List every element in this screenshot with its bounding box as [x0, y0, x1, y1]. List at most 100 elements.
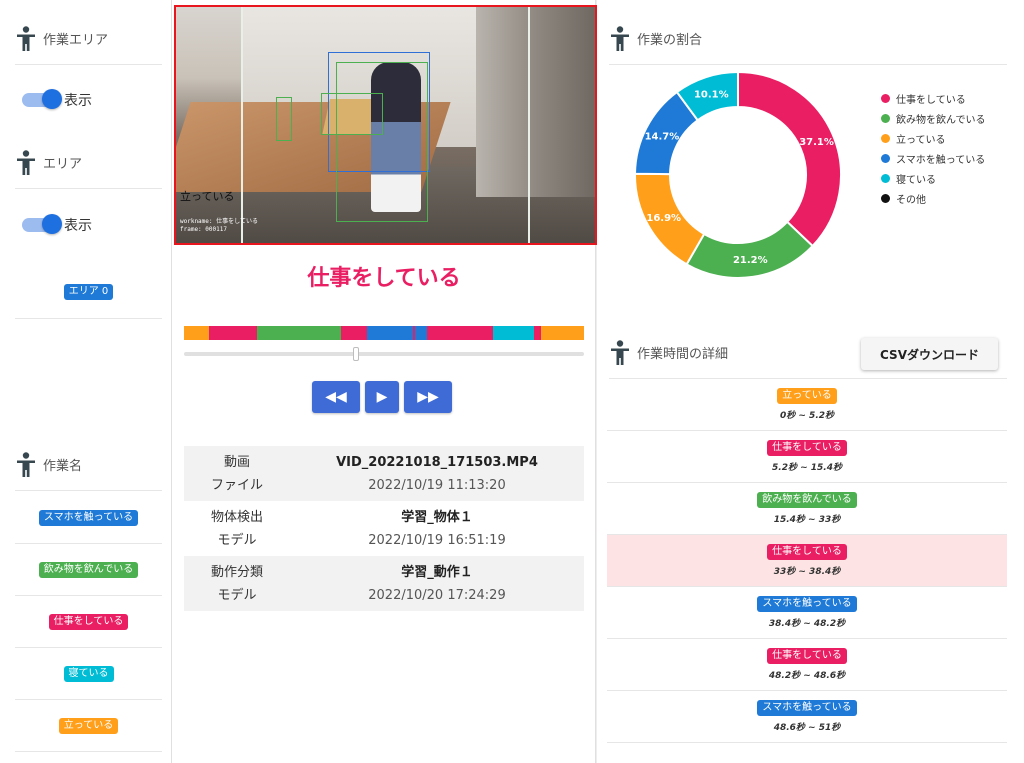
- area-title: エリア: [43, 157, 83, 172]
- seek-thumb[interactable]: [353, 347, 359, 361]
- file-info-key: 動作分類 モデル: [184, 561, 290, 607]
- legend-dot: [881, 133, 890, 143]
- detail-row[interactable]: 立っている 0秒 ~ 5.2秒: [607, 379, 1007, 431]
- file-info-title: 学習_動作１: [401, 564, 473, 580]
- file-info-value: 学習_物体１ 2022/10/19 16:51:19: [290, 506, 584, 552]
- legend-item[interactable]: 仕事をしている: [881, 88, 986, 108]
- details-title: 作業時間の詳細: [637, 347, 729, 362]
- toggle-knob: [42, 89, 62, 109]
- task-chip[interactable]: 飲み物を飲んでいる: [38, 561, 139, 578]
- legend-label: 飲み物を飲んでいる: [896, 114, 986, 126]
- timeline-segment[interactable]: [341, 326, 367, 340]
- rewind-button[interactable]: ◀◀: [312, 381, 360, 413]
- play-icon: ▶: [376, 389, 388, 405]
- legend-item[interactable]: その他: [881, 188, 986, 208]
- detail-row[interactable]: スマホを触っている 48.6秒 ~ 51秒: [607, 691, 1007, 743]
- area-chip[interactable]: エリア 0: [63, 283, 114, 300]
- file-info-key-line: モデル: [217, 587, 257, 603]
- detail-task-chip: 仕事をしている: [767, 544, 847, 560]
- file-info-key: 物体検出 モデル: [184, 506, 290, 552]
- donut-slice[interactable]: [737, 70, 842, 248]
- timeline-segment[interactable]: [541, 326, 584, 340]
- detail-time-range: 0秒 ~ 5.2秒: [779, 411, 834, 421]
- file-info-row: 動作分類 モデル 学習_動作１ 2022/10/20 17:24:29: [184, 556, 584, 611]
- work-time-detail-list: 立っている 0秒 ~ 5.2秒仕事をしている 5.2秒 ~ 15.4秒 飲み物を飲んで…: [607, 379, 1007, 743]
- legend-dot: [881, 193, 890, 203]
- video-player[interactable]: 立っている workname: 仕事をしている frame: 000117: [174, 5, 597, 245]
- playback-controls: ◀◀ ▶ ▶▶: [312, 381, 452, 413]
- bbox-chair: [336, 62, 428, 222]
- toggle-knob: [42, 214, 62, 234]
- work-area-title: 作業エリア: [43, 33, 109, 48]
- timeline-segment[interactable]: [426, 326, 494, 340]
- legend-dot: [881, 113, 890, 123]
- donut-slice[interactable]: [685, 220, 815, 279]
- file-info-value: 学習_動作１ 2022/10/20 17:24:29: [290, 561, 584, 607]
- legend-label: スマホを触っている: [896, 154, 986, 166]
- work-ratio-donut-chart: 37.1% 21.2% 16.9% 14.7% 10.1%: [633, 70, 842, 279]
- task-title: 作業名: [43, 459, 83, 474]
- video-overlay-workname: workname: 仕事をしている: [180, 218, 258, 225]
- task-chip[interactable]: 立っている: [58, 717, 119, 734]
- task-chip[interactable]: スマホを触っている: [38, 509, 139, 526]
- detail-row[interactable]: 仕事をしている 33秒 ~ 38.4秒: [607, 535, 1007, 587]
- work-area-toggle[interactable]: [22, 89, 62, 109]
- detail-row[interactable]: 仕事をしている 5.2秒 ~ 15.4秒: [607, 431, 1007, 483]
- detail-row[interactable]: 飲み物を飲んでいる 15.4秒 ~ 33秒: [607, 483, 1007, 535]
- detail-time-range: 48.2秒 ~ 48.6秒: [768, 671, 846, 681]
- legend-label: 仕事をしている: [896, 94, 966, 106]
- timeline-segment[interactable]: [415, 326, 427, 340]
- file-info-table: 動画 ファイル VID_20221018_171503.MP4 2022/10/19 …: [184, 446, 584, 611]
- seek-slider[interactable]: [184, 347, 584, 361]
- detail-row[interactable]: 仕事をしている 48.2秒 ~ 48.6秒: [607, 639, 1007, 691]
- timeline-segment[interactable]: [366, 326, 414, 340]
- legend-dot: [881, 153, 890, 163]
- timeline-segment[interactable]: [533, 326, 542, 340]
- task-timeline[interactable]: [184, 326, 584, 340]
- legend-dot: [881, 93, 890, 103]
- file-info-key-line: ファイル: [210, 477, 263, 493]
- person-icon: [609, 340, 631, 366]
- bbox-laptop: [321, 93, 383, 135]
- timeline-segment[interactable]: [257, 326, 342, 340]
- task-list-item: 飲み物を飲んでいる: [15, 544, 162, 596]
- legend-item[interactable]: 飲み物を飲んでいる: [881, 108, 986, 128]
- csv-download-button[interactable]: CSVダウンロード: [861, 338, 998, 370]
- current-task-title: 仕事をしている: [307, 266, 461, 291]
- timeline-segment[interactable]: [493, 326, 534, 340]
- file-info-row: 物体検出 モデル 学習_物体１ 2022/10/19 16:51:19: [184, 501, 584, 556]
- center-panel: 立っている workname: 仕事をしている frame: 000117 仕事…: [172, 0, 597, 763]
- detail-row[interactable]: スマホを触っている 38.4秒 ~ 48.2秒: [607, 587, 1007, 639]
- timeline-segment[interactable]: [208, 326, 258, 340]
- file-info-date: 2022/10/19 11:13:20: [368, 477, 506, 493]
- file-info-key-line: モデル: [217, 532, 257, 548]
- donut-slice-label: 14.7%: [645, 131, 680, 142]
- file-info-key-line: 物体検出: [210, 509, 263, 525]
- play-button[interactable]: ▶: [365, 381, 399, 413]
- legend-item[interactable]: 寝ている: [881, 168, 986, 188]
- detail-time-range: 48.6秒 ~ 51秒: [773, 723, 841, 733]
- detail-task-chip: スマホを触っている: [757, 596, 857, 612]
- legend-item[interactable]: スマホを触っている: [881, 148, 986, 168]
- rewind-icon: ◀◀: [325, 389, 347, 405]
- detail-task-chip: 仕事をしている: [767, 440, 847, 456]
- legend-dot: [881, 173, 890, 183]
- right-panel: 作業の割合 37.1% 21.2% 16.9% 14.7% 10.1% 仕事をしている飲…: [597, 0, 1024, 763]
- ratio-header: 作業の割合: [609, 13, 1007, 65]
- task-chip[interactable]: 仕事をしている: [48, 613, 129, 630]
- forward-icon: ▶▶: [417, 389, 439, 405]
- area-toggle[interactable]: [22, 214, 62, 234]
- legend-item[interactable]: 立っている: [881, 128, 986, 148]
- file-info-value: VID_20221018_171503.MP4 2022/10/19 11:13:…: [290, 451, 584, 497]
- task-chip[interactable]: 寝ている: [63, 665, 114, 682]
- file-info-date: 2022/10/20 17:24:29: [368, 587, 506, 603]
- timeline-segment[interactable]: [184, 326, 209, 340]
- legend-label: その他: [896, 194, 926, 206]
- detail-time-range: 15.4秒 ~ 33秒: [773, 515, 841, 525]
- work-area-toggle-label: 表示: [64, 93, 92, 109]
- donut-slice-label: 16.9%: [646, 213, 681, 224]
- file-info-key: 動画 ファイル: [184, 451, 290, 497]
- forward-button[interactable]: ▶▶: [404, 381, 452, 413]
- task-list-item: 寝ている: [15, 648, 162, 700]
- detail-task-chip: 立っている: [777, 388, 837, 404]
